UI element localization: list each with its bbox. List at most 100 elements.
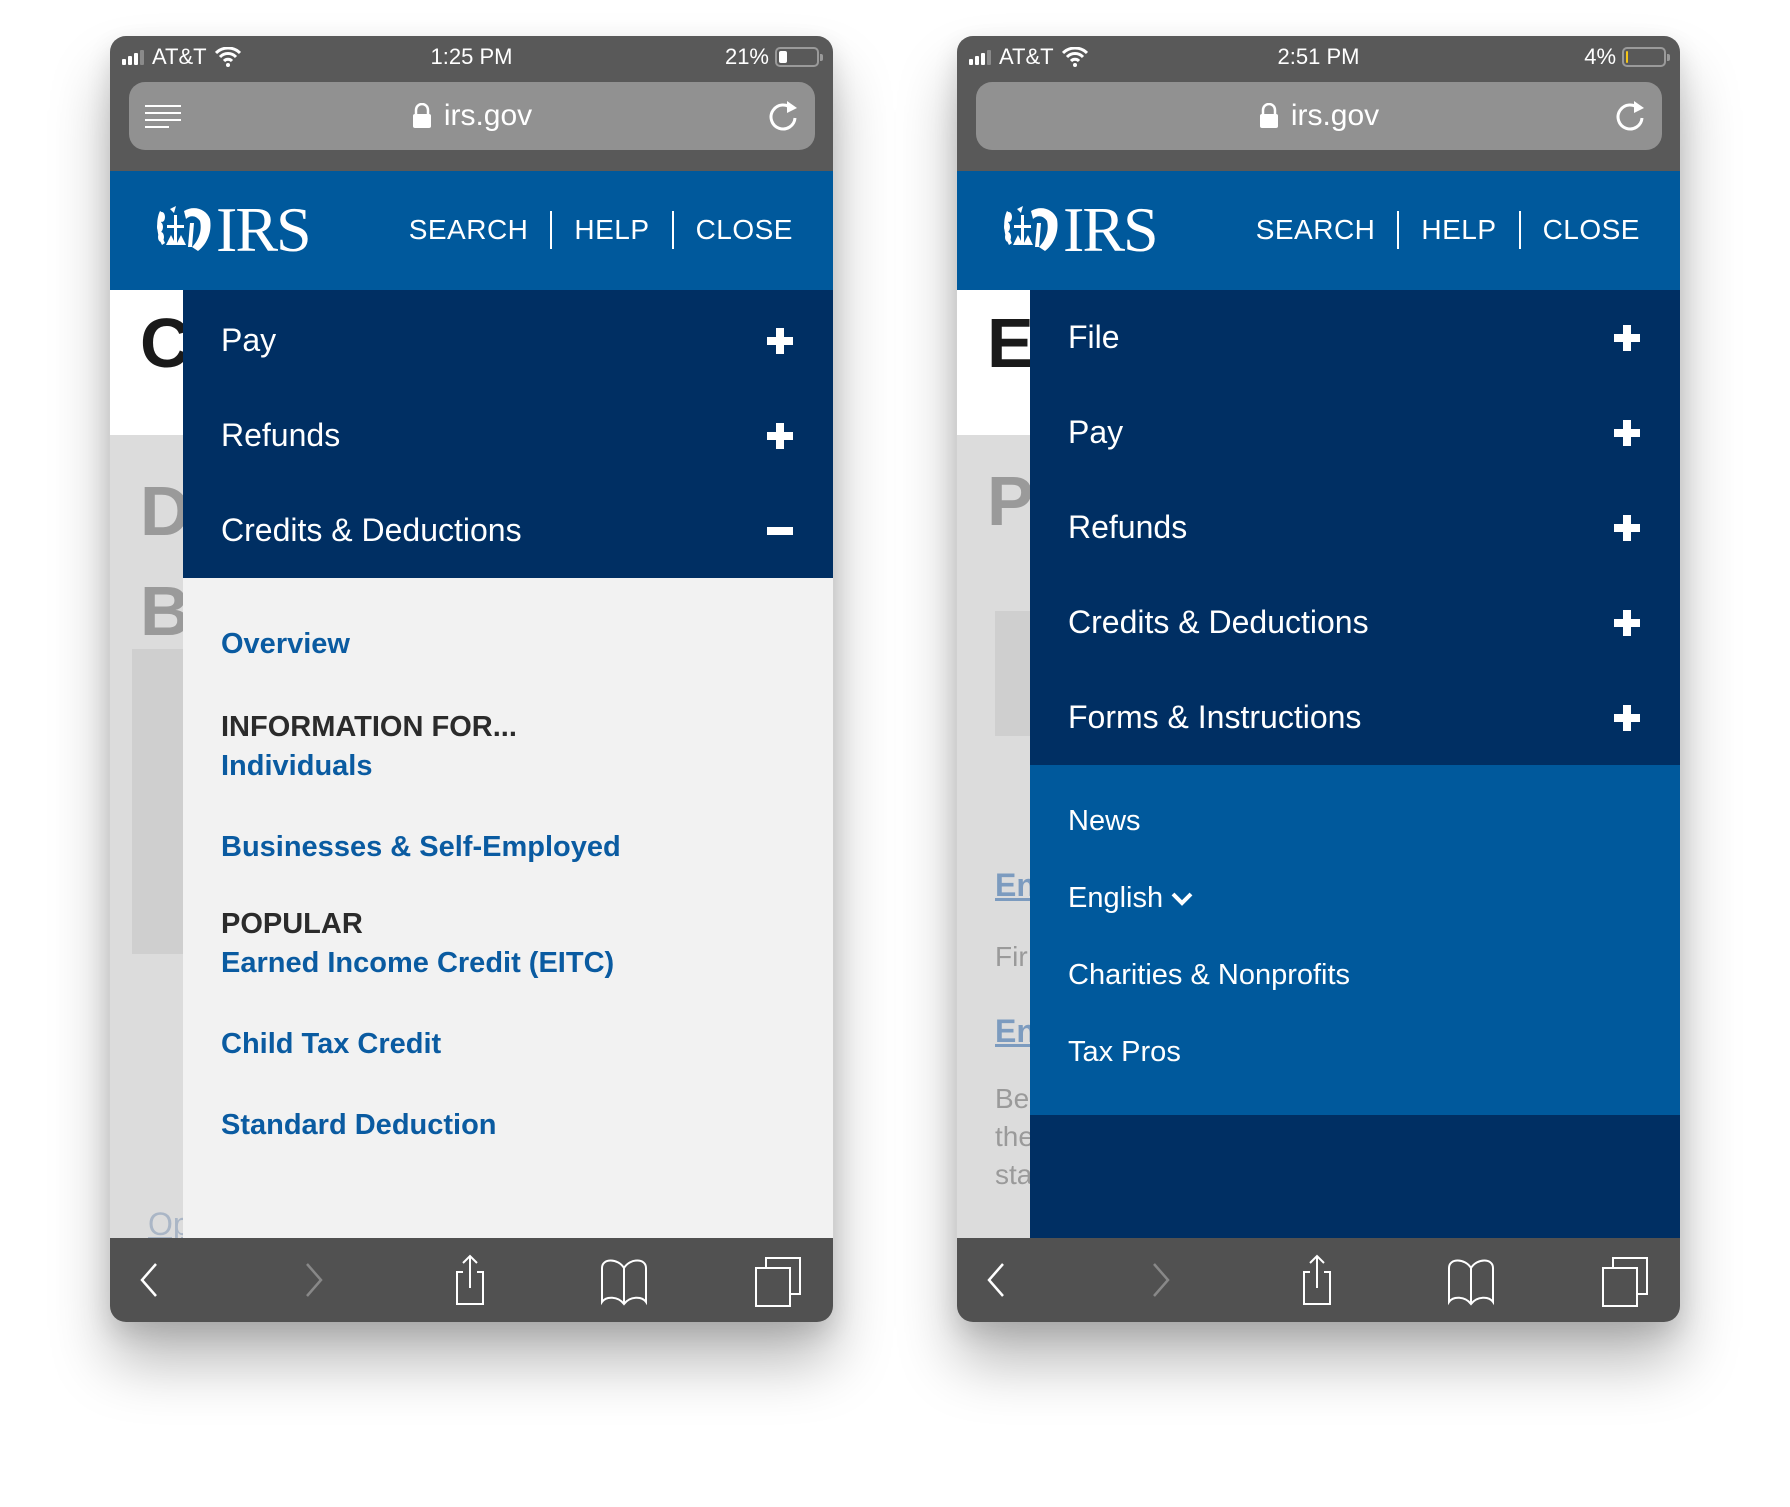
plus-icon[interactable] (1612, 418, 1642, 448)
menu-item-charities[interactable]: Charities & Nonprofits (1068, 937, 1680, 1014)
language-label: English (1068, 882, 1164, 914)
nav-divider (1397, 211, 1400, 249)
menu-item-pay[interactable]: Pay (183, 293, 833, 388)
safari-bottom-toolbar (957, 1238, 1680, 1322)
search-link[interactable]: SEARCH (409, 214, 529, 246)
language-selector[interactable]: English (1068, 860, 1680, 937)
safari-top-bar: AT&T 2:51 PM 4% irs.gov (957, 36, 1680, 171)
plus-icon[interactable] (765, 421, 795, 451)
plus-icon[interactable] (1612, 608, 1642, 638)
reload-icon[interactable] (765, 98, 801, 134)
irs-header: IRS SEARCH HELP CLOSE (110, 171, 833, 290)
submenu-link-businesses[interactable]: Businesses & Self-Employed (221, 831, 833, 864)
menu-item-label: Refunds (1068, 509, 1188, 545)
menu-item-pay[interactable]: Pay (1030, 385, 1680, 480)
menu-item-label: Refunds (221, 417, 341, 453)
irs-logo[interactable]: IRS (154, 198, 312, 262)
nav-divider (1518, 211, 1521, 249)
menu-item-label: Pay (1068, 414, 1124, 450)
safari-bottom-toolbar (110, 1238, 833, 1322)
forward-icon[interactable] (1132, 1252, 1188, 1308)
plus-icon[interactable] (765, 326, 795, 356)
header-nav: SEARCH HELP CLOSE (1256, 211, 1640, 249)
url-bar[interactable]: irs.gov (976, 82, 1662, 150)
web-page: E P En Fir En Be the sta IRS SEARCH HELP… (957, 171, 1680, 1238)
nav-divider (671, 211, 674, 249)
credits-deductions-submenu: Overview INFORMATION FOR... Individuals … (183, 578, 833, 1238)
irs-eagle-icon (1004, 206, 1058, 251)
battery-icon (775, 47, 823, 67)
menu-item-file[interactable]: File (1030, 290, 1680, 385)
status-bar: AT&T 2:51 PM 4% (957, 36, 1680, 80)
lock-icon (412, 103, 431, 128)
safari-top-bar: AT&T 1:25 PM 21% irs.gov (110, 36, 833, 171)
irs-eagle-icon (157, 206, 211, 251)
back-icon[interactable] (969, 1252, 1025, 1308)
phone-left: AT&T 1:25 PM 21% irs.gov C D B Op On (110, 36, 833, 1322)
battery-icon (1622, 47, 1670, 67)
submenu-link-child-tax-credit[interactable]: Child Tax Credit (221, 1028, 833, 1061)
battery-percent: 21% (724, 44, 769, 69)
menu-item-label: Forms & Instructions (1068, 699, 1362, 735)
menu-item-refunds[interactable]: Refunds (1030, 480, 1680, 575)
plus-icon[interactable] (1612, 323, 1642, 353)
help-link[interactable]: HELP (574, 214, 649, 246)
menu-item-label: Credits & Deductions (1068, 604, 1369, 640)
mobile-menu: Pay Refunds Credits & Deductions Overvie… (183, 290, 833, 1238)
close-menu-link[interactable]: CLOSE (1543, 214, 1640, 246)
phone-right: AT&T 2:51 PM 4% irs.gov E P En Fir En Be… (957, 36, 1680, 1322)
menu-item-tax-pros[interactable]: Tax Pros (1068, 1014, 1680, 1091)
close-menu-link[interactable]: CLOSE (696, 214, 793, 246)
irs-header: IRS SEARCH HELP CLOSE (957, 171, 1680, 290)
header-nav: SEARCH HELP CLOSE (409, 211, 793, 249)
submenu-link-individuals[interactable]: Individuals (221, 750, 833, 783)
web-page: C D B Op On IRS SEARCH HELP CLOSE Pay (110, 171, 833, 1238)
tabs-icon[interactable] (750, 1252, 806, 1308)
submenu-heading: POPULAR (221, 908, 363, 940)
page-heading-fragment: P (987, 462, 1034, 540)
status-time: 2:51 PM (1277, 44, 1360, 69)
page-title-fragment: E (987, 304, 1034, 382)
share-icon[interactable] (1290, 1252, 1346, 1308)
menu-item-credits-deductions[interactable]: Credits & Deductions (1030, 575, 1680, 670)
background-text: Fir (995, 941, 1028, 972)
secondary-menu: News English Charities & Nonprofits Tax … (1030, 765, 1680, 1115)
menu-item-label: Pay (221, 322, 277, 358)
submenu-heading: INFORMATION FOR... (221, 711, 517, 743)
share-icon[interactable] (443, 1252, 499, 1308)
menu-item-label: News (1068, 805, 1141, 837)
battery-percent: 4% (1584, 44, 1616, 69)
menu-item-label: Charities & Nonprofits (1068, 959, 1351, 991)
url-bar[interactable]: irs.gov (129, 82, 815, 150)
irs-logo[interactable]: IRS (1001, 194, 1159, 265)
menu-item-credits-deductions[interactable]: Credits & Deductions (183, 483, 833, 578)
chevron-down-icon (1171, 892, 1193, 906)
status-bar: AT&T 1:25 PM 21% (110, 36, 833, 80)
menu-item-news[interactable]: News (1068, 783, 1680, 860)
url-text: irs.gov (443, 99, 533, 132)
menu-item-label: Tax Pros (1068, 1036, 1181, 1068)
background-text: the (995, 1121, 1034, 1152)
plus-icon[interactable] (1612, 513, 1642, 543)
nav-divider (550, 211, 553, 249)
bookmarks-icon[interactable] (596, 1252, 652, 1308)
bookmarks-icon[interactable] (1443, 1252, 1499, 1308)
menu-item-label: File (1068, 319, 1120, 355)
mobile-menu: File Pay Refunds Credits & Deductions Fo… (1030, 290, 1680, 1238)
plus-icon[interactable] (1612, 703, 1642, 733)
minus-icon[interactable] (765, 516, 795, 546)
submenu-link-eitc[interactable]: Earned Income Credit (EITC) (221, 947, 833, 980)
help-link[interactable]: HELP (1421, 214, 1496, 246)
menu-item-refunds[interactable]: Refunds (183, 388, 833, 483)
submenu-link-overview[interactable]: Overview (221, 628, 833, 661)
submenu-link-standard-deduction[interactable]: Standard Deduction (221, 1109, 833, 1142)
menu-item-forms-instructions[interactable]: Forms & Instructions (1030, 670, 1680, 765)
forward-icon[interactable] (285, 1252, 341, 1308)
irs-wordmark: IRS (1063, 194, 1159, 265)
tabs-icon[interactable] (1597, 1252, 1653, 1308)
url-text: irs.gov (1290, 99, 1380, 132)
back-icon[interactable] (122, 1252, 178, 1308)
background-text: Be (995, 1083, 1030, 1114)
search-link[interactable]: SEARCH (1256, 214, 1376, 246)
reload-icon[interactable] (1612, 98, 1648, 134)
